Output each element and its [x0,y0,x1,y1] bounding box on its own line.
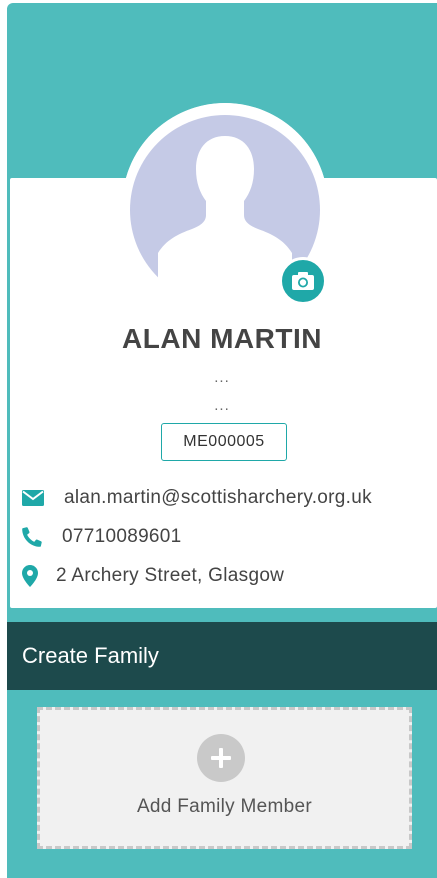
email-text: alan.martin@scottisharchery.org.uk [64,487,372,508]
profile-page: ALAN MARTIN ... ... ME000005 alan.martin… [7,3,437,878]
change-photo-button[interactable] [279,257,327,305]
create-family-label: Create Family [22,643,159,668]
map-pin-icon [22,565,48,587]
phone-row[interactable]: 07710089601 [22,524,182,550]
address-text: 2 Archery Street, Glasgow [56,565,285,586]
phone-text: 07710089601 [62,526,182,547]
create-family-header[interactable]: Create Family [7,622,437,690]
member-id-badge: ME000005 [161,423,287,461]
address-row: 2 Archery Street, Glasgow [22,563,284,589]
profile-line-2: ... [214,397,230,414]
add-family-member-label: Add Family Member [136,796,313,817]
add-family-member-button[interactable]: Add Family Member [37,707,412,849]
phone-icon [22,527,48,547]
envelope-icon [22,490,48,506]
camera-icon [292,272,314,290]
profile-name: ALAN MARTIN [122,323,322,354]
email-row[interactable]: alan.martin@scottisharchery.org.uk [22,485,372,511]
plus-icon [197,734,245,782]
profile-line-1: ... [214,369,230,386]
